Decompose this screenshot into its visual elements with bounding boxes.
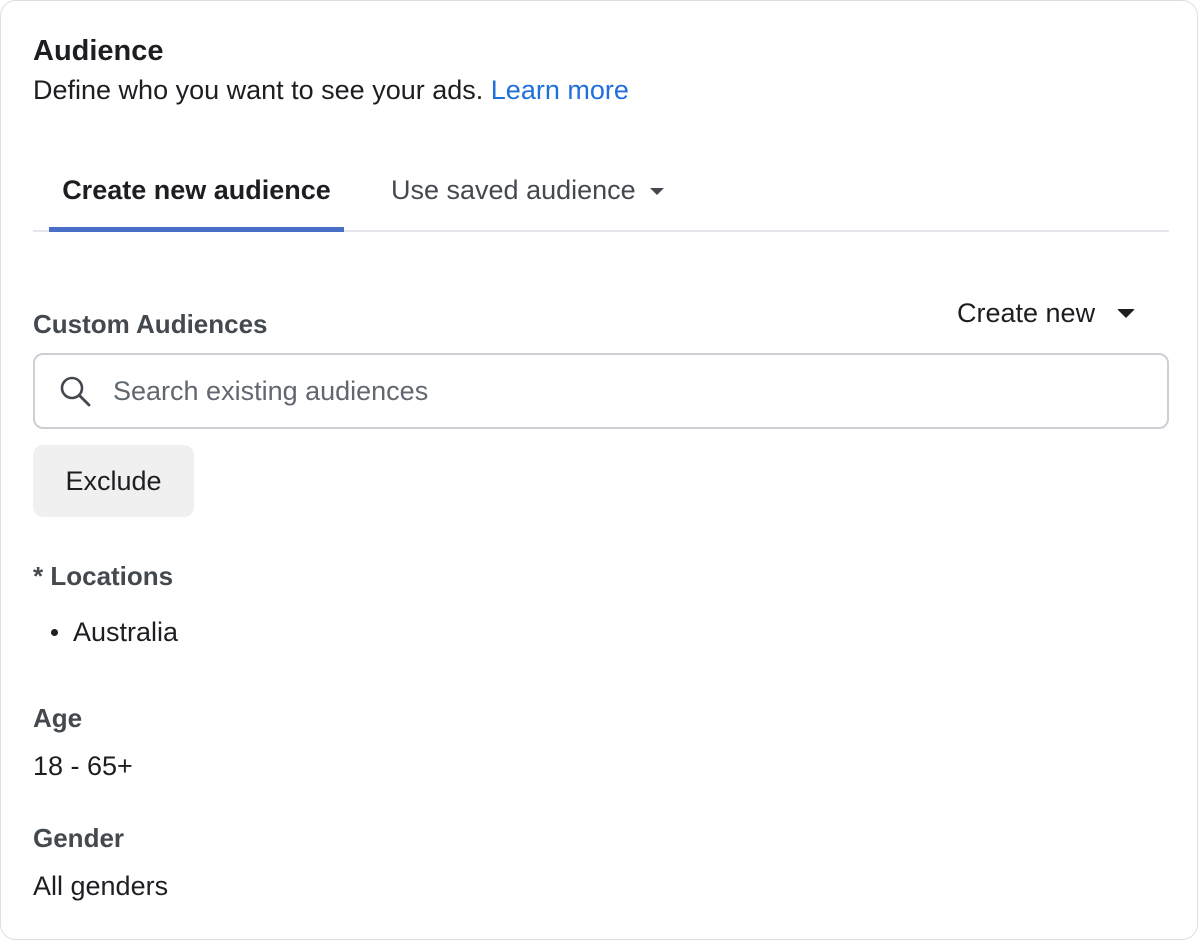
audience-tabs: Create new audience Use saved audience [33,151,1169,232]
search-input[interactable] [113,375,1093,407]
search-icon [57,373,93,409]
create-new-label: Create new [957,298,1096,328]
create-new-dropdown[interactable]: Create new [957,296,1136,330]
age-label: Age [33,703,83,733]
tab-use-saved-audience[interactable]: Use saved audience [391,151,664,230]
gender-label: Gender [33,823,125,853]
location-name: Australia [73,617,179,647]
tab-label: Use saved audience [391,175,636,205]
tab-create-new-audience[interactable]: Create new audience [49,151,344,232]
description-text: Define who you want to see your ads. [33,75,484,105]
exclude-button[interactable]: Exclude [33,445,194,517]
bullet-icon [51,628,58,636]
section-description: Define who you want to see your ads. Lea… [33,73,629,107]
section-title: Audience [33,35,164,67]
caret-down-icon [1117,308,1136,318]
audience-card: Audience Define who you want to see your… [0,0,1198,940]
search-audiences-box[interactable] [33,353,1169,429]
custom-audiences-label: Custom Audiences [33,309,268,339]
list-item: Australia [51,615,178,649]
locations-label: * Locations [33,561,174,591]
tab-label: Create new audience [62,175,331,205]
age-value: 18 - 65+ [33,751,133,781]
gender-value: All genders [33,871,169,901]
learn-more-link[interactable]: Learn more [491,75,629,105]
caret-down-icon [649,188,664,195]
